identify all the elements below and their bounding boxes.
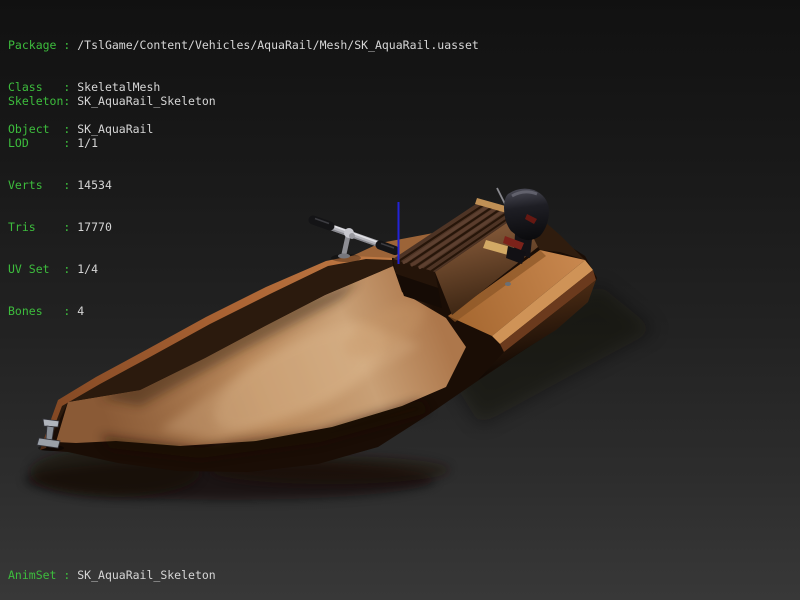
handlebar-clamp-inner: [349, 233, 355, 239]
info-panel-mesh: Skeleton: SK_AquaRail_Skeleton LOD : 1/1…: [8, 66, 216, 346]
info-line-uvset: UV Set : 1/4: [8, 262, 216, 276]
info-line-package: Package : /TslGame/Content/Vehicles/Aqua…: [8, 38, 479, 52]
info-line-animset: AnimSet : SK_AquaRail_Skeleton: [8, 568, 216, 582]
bone-line: [398, 202, 400, 264]
info-line-verts: Verts : 14534: [8, 178, 216, 192]
info-line-skeleton: Skeleton: SK_AquaRail_Skeleton: [8, 94, 216, 108]
info-panel-anim: AnimSet : SK_AquaRail_Skeleton RotationO…: [8, 540, 216, 600]
model-viewer-window: Package : /TslGame/Content/Vehicles/Aqua…: [0, 0, 800, 600]
info-line-bones: Bones : 4: [8, 304, 216, 318]
deck-bolt: [505, 282, 511, 286]
info-line-tris: Tris : 17770: [8, 220, 216, 234]
handlebar-stem: [344, 236, 348, 254]
engine-antenna: [497, 188, 505, 204]
handlebar-base: [338, 254, 350, 259]
info-line-lod: LOD : 1/1: [8, 136, 216, 150]
